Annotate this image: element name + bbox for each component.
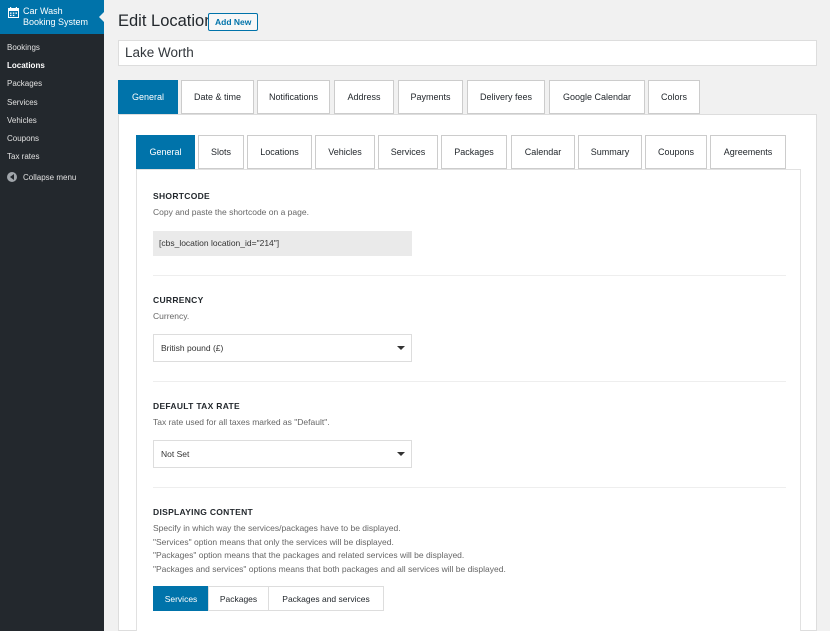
inner-tab-calendar[interactable]: Calendar (511, 135, 575, 169)
location-name-input[interactable]: Lake Worth (118, 40, 817, 66)
inner-tab-agreements[interactable]: Agreements (710, 135, 786, 169)
sidebar-item-coupons[interactable]: Coupons (0, 130, 104, 148)
sidebar-item-services[interactable]: Services (0, 94, 104, 112)
sidebar-menu: Bookings Locations Packages Services Veh… (0, 34, 104, 166)
shortcode-section: SHORTCODE Copy and paste the shortcode o… (153, 191, 786, 220)
shortcode-field[interactable]: [cbs_location location_id="214"] (153, 231, 412, 256)
settings-panel: General Slots Locations Vehicles Service… (118, 114, 817, 631)
display-option-packages-and-services[interactable]: Packages and services (268, 586, 384, 611)
inner-tab-services[interactable]: Services (378, 135, 438, 169)
tax-rate-title: DEFAULT TAX RATE (153, 401, 240, 411)
tab-payments[interactable]: Payments (398, 80, 463, 114)
currency-select-value: British pound (£) (161, 343, 224, 353)
currency-select[interactable]: British pound (£) (153, 334, 412, 362)
currency-section: CURRENCY Currency. (153, 295, 786, 324)
tab-delivery-fees[interactable]: Delivery fees (467, 80, 545, 114)
divider (153, 381, 786, 382)
inner-tab-locations[interactable]: Locations (247, 135, 312, 169)
collapse-menu-button[interactable]: Collapse menu (0, 172, 104, 183)
display-content-description: Specify in which way the services/packag… (153, 523, 506, 574)
tab-address[interactable]: Address (334, 80, 394, 114)
chevron-down-icon (397, 452, 405, 456)
general-settings-content: SHORTCODE Copy and paste the shortcode o… (136, 169, 801, 631)
inner-tab-general[interactable]: General (136, 135, 195, 169)
sidebar-item-vehicles[interactable]: Vehicles (0, 112, 104, 130)
inner-tab-slots[interactable]: Slots (198, 135, 244, 169)
admin-sidebar: Car Wash Booking System Bookings Locatio… (0, 0, 105, 631)
tab-date-time[interactable]: Date & time (181, 80, 254, 114)
tax-rate-section: DEFAULT TAX RATE Tax rate used for all t… (153, 401, 786, 430)
tab-colors[interactable]: Colors (648, 80, 700, 114)
inner-tab-summary[interactable]: Summary (578, 135, 642, 169)
currency-title: CURRENCY (153, 295, 204, 305)
shortcode-title: SHORTCODE (153, 191, 211, 201)
shortcode-description: Copy and paste the shortcode on a page. (153, 207, 309, 217)
sidebar-item-locations[interactable]: Locations (0, 57, 104, 75)
sidebar-item-packages[interactable]: Packages (0, 75, 104, 93)
display-content-title: DISPLAYING CONTENT (153, 507, 254, 517)
tax-rate-description: Tax rate used for all taxes marked as "D… (153, 417, 330, 427)
divider (153, 275, 786, 276)
tab-google-calendar[interactable]: Google Calendar (549, 80, 645, 114)
divider (153, 487, 786, 488)
display-content-section: DISPLAYING CONTENT Specify in which way … (153, 507, 786, 576)
display-option-services[interactable]: Services (153, 586, 209, 611)
calendar-icon (8, 7, 19, 18)
tab-general[interactable]: General (118, 80, 178, 114)
chevron-down-icon (397, 346, 405, 350)
tab-notifications[interactable]: Notifications (257, 80, 330, 114)
sidebar-item-tax-rates[interactable]: Tax rates (0, 148, 104, 166)
inner-tab-packages[interactable]: Packages (441, 135, 507, 169)
currency-description: Currency. (153, 311, 190, 321)
collapse-menu-label: Collapse menu (23, 172, 77, 182)
page-title: Edit Location (118, 12, 214, 30)
collapse-arrow-icon (7, 172, 17, 183)
plugin-menu-header[interactable]: Car Wash Booking System (0, 0, 105, 34)
display-option-packages[interactable]: Packages (208, 586, 269, 611)
plugin-title: Car Wash Booking System (23, 6, 89, 27)
inner-tab-coupons[interactable]: Coupons (645, 135, 707, 169)
tax-rate-select[interactable]: Not Set (153, 440, 412, 468)
inner-tab-vehicles[interactable]: Vehicles (315, 135, 375, 169)
add-new-button[interactable]: Add New (208, 13, 259, 31)
tax-rate-select-value: Not Set (161, 449, 190, 459)
sidebar-item-bookings[interactable]: Bookings (0, 39, 104, 57)
